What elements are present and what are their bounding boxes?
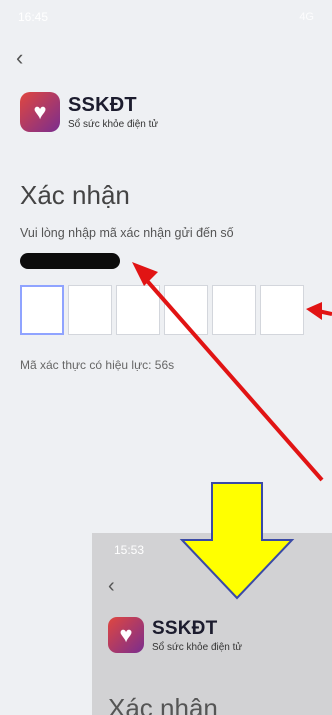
status-time: 16:45 — [18, 10, 49, 24]
brand-subtitle: Sổ sức khỏe điện tử — [68, 119, 159, 130]
red-arrow-head-1 — [132, 262, 158, 286]
page-title: Xác nhận — [20, 180, 130, 210]
otp-screen: 16:45 4G ‹ ♥ SSKĐT Sổ sức khỏe điện tử X… — [0, 0, 332, 715]
red-arrow-line-2 — [317, 309, 332, 316]
inset-page-title: Xác nhận — [108, 693, 218, 715]
brand-title: SSKĐT — [68, 94, 137, 116]
otp-digit-5[interactable] — [212, 285, 256, 335]
otp-digit-3[interactable] — [116, 285, 160, 335]
inset-heart-logo-icon: ♥ — [108, 617, 144, 653]
otp-digit-1[interactable] — [20, 285, 64, 335]
inset-screenshot: 15:53 ‹ ♥ SSKĐT Sổ sức khỏe điện tử Xác … — [92, 533, 332, 715]
red-arrow-head-2 — [306, 302, 322, 320]
status-icons: 4G — [299, 11, 314, 23]
otp-digit-6[interactable] — [260, 285, 304, 335]
otp-digit-2[interactable] — [68, 285, 112, 335]
inset-brand-header: ♥ SSKĐT Sổ sức khỏe điện tử — [108, 617, 242, 653]
instruction-text: Vui lòng nhập mã xác nhận gửi đến số — [20, 226, 234, 240]
status-bar: 16:45 4G — [0, 0, 332, 34]
otp-digit-4[interactable] — [164, 285, 208, 335]
heart-logo-icon: ♥ — [20, 92, 60, 132]
inset-brand-title: SSKĐT — [152, 617, 218, 639]
inset-brand-subtitle: Sổ sức khỏe điện tử — [152, 641, 243, 653]
inset-back-icon: ‹ — [108, 575, 115, 597]
otp-input-group — [20, 285, 304, 335]
inset-status-time: 15:53 — [114, 543, 145, 557]
back-icon[interactable]: ‹ — [16, 46, 23, 70]
brand-header: ♥ SSKĐT Sổ sức khỏe điện tử — [20, 92, 158, 132]
validity-countdown: Mã xác thực có hiệu lực: 56s — [20, 358, 175, 372]
redacted-phone-number — [20, 253, 120, 269]
